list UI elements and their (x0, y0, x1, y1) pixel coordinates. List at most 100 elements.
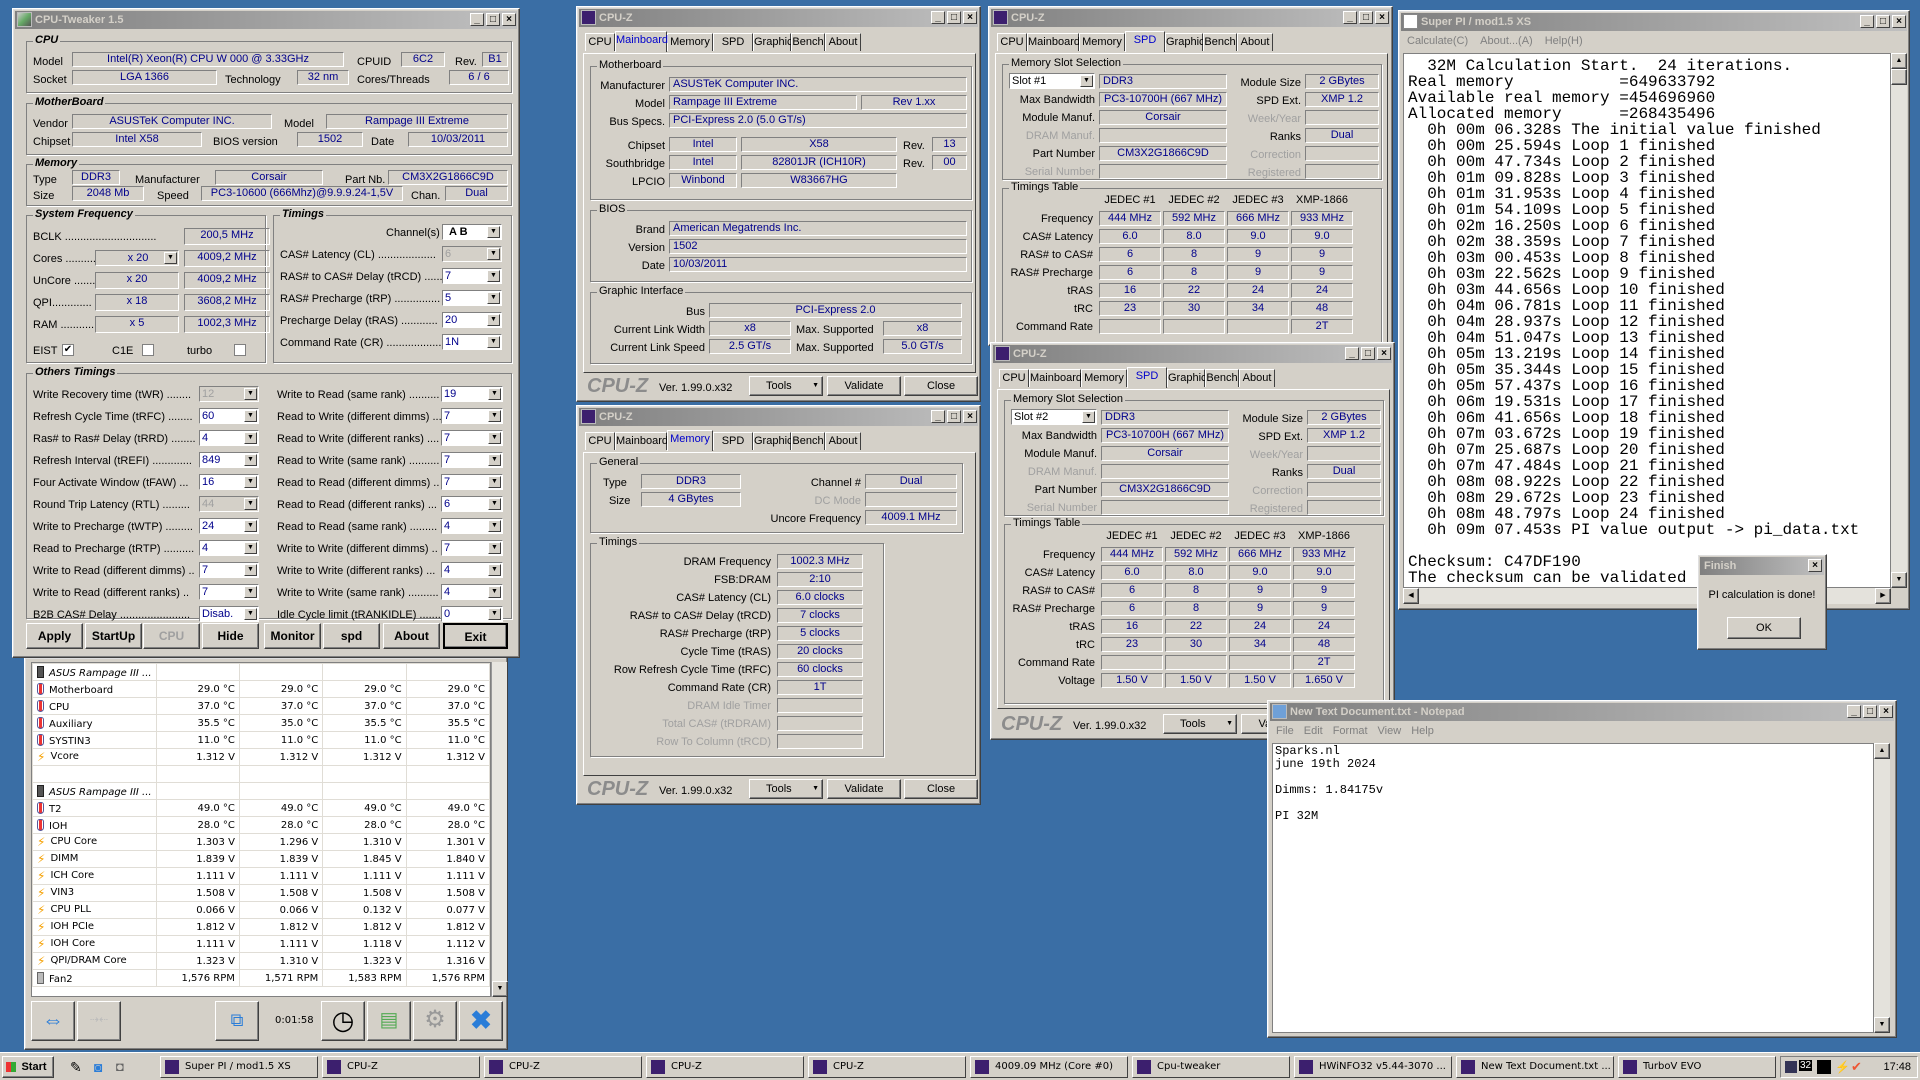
expand-columns-button[interactable]: ⇔ (31, 1001, 75, 1041)
channels-select[interactable]: A B ▼ (442, 224, 502, 240)
tray-black-icon[interactable] (1817, 1060, 1831, 1074)
scroll-up-button[interactable]: ▲ (1874, 743, 1890, 759)
cpuz-titlebar[interactable]: CPU-Z _ □ × (579, 408, 978, 426)
tab-mainboard[interactable]: Mainboard (1027, 33, 1080, 51)
timing-select[interactable]: 20 ▼ (442, 312, 502, 328)
timing-select[interactable]: 1N ▼ (442, 334, 502, 350)
other-timing-select[interactable]: 7 ▼ (441, 430, 503, 446)
tools-button[interactable]: Tools ▼ (749, 779, 823, 799)
close-button[interactable]: Close (904, 376, 978, 396)
superpi-titlebar[interactable]: Super PI / mod1.5 XS _ □ × (1401, 13, 1907, 31)
tab-memory[interactable]: Memory (1081, 369, 1127, 387)
timing-select[interactable]: 5 ▼ (442, 290, 502, 306)
taskbar-item[interactable]: CPU-Z (484, 1056, 642, 1078)
cpuz-titlebar[interactable]: CPU-Z _ □ × (991, 9, 1390, 27)
tab-mainboard[interactable]: Mainboard (1029, 369, 1082, 387)
settings-gear-button[interactable]: ⚙ (413, 1001, 457, 1041)
log-button[interactable]: ▤ (367, 1001, 411, 1041)
cpuz-titlebar[interactable]: CPU-Z _ □ × (993, 345, 1392, 363)
tab-about[interactable]: About (1237, 33, 1273, 51)
start-button[interactable]: Start (2, 1056, 54, 1078)
tab-about[interactable]: About (825, 33, 861, 51)
close-button[interactable]: × (502, 13, 516, 26)
maximize-button[interactable]: □ (947, 11, 961, 24)
tab-graphics[interactable]: Graphics (1165, 33, 1210, 51)
sensor-row[interactable]: Fan2 1,576 RPM 1,571 RPM 1,583 RPM 1,576 RPM (32, 969, 490, 987)
taskbar-item[interactable]: CPU-Z (646, 1056, 804, 1078)
finish-titlebar[interactable]: Finish × (1700, 557, 1824, 575)
maximize-button[interactable]: □ (486, 13, 500, 26)
other-timing-select[interactable]: 7 ▼ (441, 408, 503, 424)
tab-spd[interactable]: SPD (713, 33, 753, 51)
quicklaunch-hwmonitor-icon[interactable]: ✎ (70, 1059, 82, 1076)
eist-checkbox[interactable]: ✔ (62, 344, 74, 356)
tab-graphics[interactable]: Graphics (753, 432, 798, 450)
other-timing-select[interactable]: Disab. ▼ (199, 606, 259, 622)
sensor-row[interactable]: ⚡ QPI/DRAM Core 1.323 V 1.310 V 1.323 V 1.316… (32, 952, 490, 970)
tab-graphics[interactable]: Graphics (753, 33, 798, 51)
sensor-row[interactable]: ⚡ CPU PLL 0.066 V 0.066 V 0.132 V 0.077 V (32, 901, 490, 919)
collapse-button[interactable]: ⇢⇠ (77, 1001, 121, 1041)
close-button[interactable]: × (1377, 347, 1391, 360)
sensor-row[interactable]: T2 49.0 °C 49.0 °C 49.0 °C 49.0 °C (32, 799, 490, 817)
tab-about[interactable]: About (825, 432, 861, 450)
other-timing-select[interactable]: 7 ▼ (441, 474, 503, 490)
quicklaunch-browser-icon[interactable]: ◙ (94, 1059, 102, 1075)
tray-temperature[interactable]: 32 (1799, 1060, 1813, 1071)
tab-mainboard[interactable]: Mainboard (615, 31, 668, 52)
other-timing-select[interactable]: 6 ▼ (441, 496, 503, 512)
tab-memory[interactable]: Memory (667, 430, 713, 451)
minimize-button[interactable]: _ (1847, 705, 1861, 718)
other-timing-select[interactable]: 4 ▼ (441, 518, 503, 534)
maximize-button[interactable]: □ (1876, 15, 1890, 28)
taskbar-item[interactable]: CPU-Z (322, 1056, 480, 1078)
scroll-down-button[interactable]: ▼ (492, 981, 508, 997)
scroll-thumb[interactable] (1891, 69, 1907, 85)
scroll-down-button[interactable]: ▼ (1874, 1017, 1890, 1033)
monitor-button[interactable]: Monitor (264, 623, 321, 649)
sensor-group-row[interactable]: ASUS Rampage III ... (32, 663, 490, 681)
notepad-titlebar[interactable]: New Text Document.txt - Notepad _ □ × (1270, 703, 1894, 721)
spd-button[interactable]: spd (323, 623, 380, 649)
minimize-button[interactable]: _ (1343, 11, 1357, 24)
sensor-scrollbar[interactable]: ▼ (491, 662, 508, 997)
menu-view[interactable]: View (1378, 725, 1402, 737)
tab-cpu[interactable]: CPU (997, 33, 1027, 51)
other-timing-select[interactable]: 4 ▼ (441, 562, 503, 578)
other-timing-select[interactable]: 7 ▼ (441, 452, 503, 468)
tab-spd[interactable]: SPD (1127, 367, 1167, 388)
close-button[interactable]: Close (904, 779, 978, 799)
scroll-right-button[interactable]: ▶ (1875, 588, 1891, 604)
taskbar-item[interactable]: TurboV EVO (1618, 1056, 1776, 1078)
sensor-row[interactable]: ⚡ CPU Core 1.303 V 1.296 V 1.310 V 1.301 V (32, 833, 490, 851)
other-timing-select[interactable]: 0 ▼ (441, 606, 503, 622)
close-button[interactable]: × (963, 11, 977, 24)
minimize-button[interactable]: _ (931, 410, 945, 423)
tools-button[interactable]: Tools ▼ (749, 376, 823, 396)
about-button[interactable]: About (383, 623, 440, 649)
sensor-row[interactable]: SYSTIN3 11.0 °C 11.0 °C 11.0 °C 11.0 °C (32, 731, 490, 749)
other-timing-select[interactable]: 7 ▼ (441, 540, 503, 556)
tab-spd[interactable]: SPD (1125, 31, 1165, 52)
scroll-up-button[interactable]: ▲ (1891, 53, 1907, 69)
other-timing-select[interactable]: 4 ▼ (199, 540, 259, 556)
tab-about[interactable]: About (1239, 369, 1275, 387)
taskbar-item[interactable]: HWiNFO32 v5.44-3070 ... (1294, 1056, 1452, 1078)
other-timing-select[interactable]: 24 ▼ (199, 518, 259, 534)
tab-bench[interactable]: Bench (791, 432, 825, 450)
notepad-text-area[interactable] (1272, 743, 1874, 1033)
hwinfo-tray-icon[interactable] (1785, 1061, 1797, 1073)
sensor-row[interactable]: ⚡ Vcore 1.312 V 1.312 V 1.312 V 1.312 V (32, 748, 490, 766)
taskbar-item[interactable]: Cpu-tweaker (1132, 1056, 1290, 1078)
maximize-button[interactable]: □ (1863, 705, 1877, 718)
close-sensors-button[interactable]: ✖ (459, 1001, 503, 1041)
taskbar-item[interactable]: New Text Document.txt ... (1456, 1056, 1614, 1078)
sensor-group-row[interactable]: ASUS Rampage III ... (32, 782, 490, 800)
turbo-checkbox[interactable] (234, 344, 246, 356)
tab-graphics[interactable]: Graphics (1167, 369, 1212, 387)
cores-multiplier-select[interactable]: x 20 ▼ (95, 250, 179, 266)
startup-button[interactable]: StartUp (85, 623, 142, 649)
menu-help[interactable]: Help(H) (1545, 35, 1583, 47)
sensor-row[interactable]: ⚡ DIMM 1.839 V 1.839 V 1.845 V 1.840 V (32, 850, 490, 868)
minimize-button[interactable]: _ (1345, 347, 1359, 360)
